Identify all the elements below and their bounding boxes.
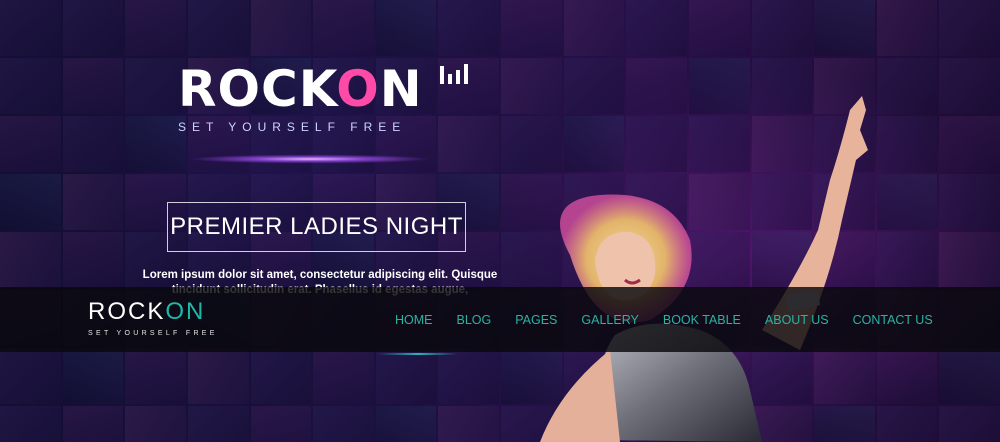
- hero-logo-text-rock: ROCK: [178, 60, 337, 118]
- menu-item-home[interactable]: HOME: [395, 313, 433, 327]
- teal-accent-line: [378, 353, 458, 355]
- glow-divider: [150, 152, 470, 166]
- navbar-logo-text-rock: ROCK: [88, 298, 166, 325]
- navbar-logo-text-on: ON: [165, 298, 206, 325]
- equalizer-icon: [440, 64, 468, 84]
- menu-item-book-table[interactable]: BOOK TABLE: [663, 313, 741, 327]
- main-navbar: ROCKON SET YOURSELF FREE HOME BLOG PAGES…: [0, 287, 1000, 352]
- navbar-logo[interactable]: ROCKON SET YOURSELF FREE: [88, 300, 218, 338]
- menu-item-blog[interactable]: BLOG: [457, 313, 492, 327]
- hero-logo-text-o: O: [336, 60, 380, 118]
- menu-item-contact-us[interactable]: CONTACT US: [853, 313, 933, 327]
- main-menu: HOME BLOG PAGES GALLERY BOOK TABLE ABOUT…: [395, 313, 957, 327]
- menu-item-pages[interactable]: PAGES: [515, 313, 557, 327]
- menu-item-gallery[interactable]: GALLERY: [581, 313, 638, 327]
- hero-logo-text-n: N: [379, 60, 423, 118]
- menu-item-about-us[interactable]: ABOUT US: [765, 313, 829, 327]
- hero-logo-tagline: SET YOURSELF FREE: [178, 120, 407, 134]
- dancing-woman-image: [540, 96, 868, 442]
- hero-logo-wordmark: ROCKON: [178, 64, 423, 114]
- navbar-logo-tagline: SET YOURSELF FREE: [88, 330, 218, 337]
- banner-title: PREMIER LADIES NIGHT: [167, 202, 466, 252]
- navbar-logo-wordmark: ROCKON: [88, 300, 218, 324]
- hero-banner: ROCKON SET YOURSELF FREE PREMIER LADIES …: [0, 0, 1000, 442]
- hero-logo: ROCKON SET YOURSELF FREE: [178, 64, 468, 134]
